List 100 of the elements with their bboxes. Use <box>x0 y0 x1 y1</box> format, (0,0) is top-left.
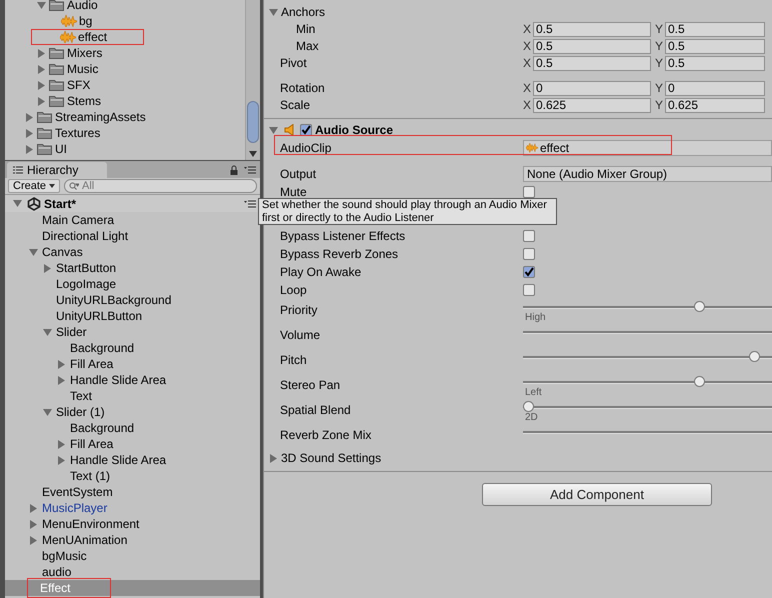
slider-thumb[interactable] <box>694 376 706 387</box>
asset-item[interactable]: UI <box>55 140 67 158</box>
scene-title[interactable]: Start* <box>44 194 76 212</box>
hierarchy-tab[interactable]: Hierarchy <box>7 162 107 178</box>
slider-track[interactable] <box>523 376 772 388</box>
sound-settings-foldout[interactable]: 3D Sound Settings <box>281 449 382 467</box>
audio-clip-field[interactable]: effect <box>523 140 772 156</box>
search-field[interactable]: All <box>64 179 257 193</box>
collapse-arrow-icon[interactable] <box>43 264 52 272</box>
hierarchy-item[interactable]: UnityURLButton <box>55 307 144 325</box>
asset-item[interactable]: effect <box>78 28 108 46</box>
expand-arrow-icon[interactable] <box>13 199 22 208</box>
hierarchy-item[interactable]: Slider <box>55 323 88 341</box>
collapse-arrow-icon[interactable] <box>29 504 38 512</box>
anchors-foldout[interactable]: Anchors <box>281 3 326 21</box>
collapse-arrow-icon[interactable] <box>37 48 46 58</box>
collapse-arrow-icon[interactable] <box>37 96 46 106</box>
number-field[interactable]: 0.5 <box>665 22 765 36</box>
collapse-arrow-icon[interactable] <box>25 128 34 138</box>
expand-arrow-icon[interactable] <box>43 328 52 336</box>
checkbox[interactable] <box>523 266 535 278</box>
hierarchy-item[interactable]: Text <box>69 387 94 405</box>
hierarchy-item[interactable]: Fill Area <box>69 435 114 453</box>
expand-arrow-icon[interactable] <box>43 408 52 416</box>
asset-item[interactable]: Music <box>67 60 98 78</box>
collapse-arrow-icon[interactable] <box>57 360 66 368</box>
number-field[interactable]: 0.5 <box>533 22 651 36</box>
collapse-arrow-icon[interactable] <box>57 376 66 384</box>
collapse-arrow-icon[interactable] <box>25 144 34 154</box>
expand-arrow-icon[interactable] <box>37 0 46 10</box>
hierarchy-item[interactable]: Background <box>69 339 136 357</box>
hierarchy-item[interactable]: Text (1) <box>69 467 112 485</box>
checkbox[interactable] <box>523 230 535 242</box>
collapse-arrow-icon[interactable] <box>37 80 46 90</box>
hierarchy-item[interactable]: EventSystem <box>41 483 114 501</box>
number-field[interactable]: 0.5 <box>533 38 651 54</box>
collapse-arrow-icon[interactable] <box>29 536 38 544</box>
hierarchy-item[interactable]: audio <box>41 563 72 581</box>
slider-track[interactable] <box>523 301 772 313</box>
lock-icon[interactable] <box>230 165 238 175</box>
slider-track[interactable] <box>523 401 772 413</box>
asset-item[interactable]: StreamingAssets <box>55 108 146 126</box>
slider-track[interactable] <box>523 351 772 363</box>
collapse-arrow-icon[interactable] <box>29 520 38 528</box>
hierarchy-item[interactable]: MenuEnvironment <box>41 515 140 533</box>
checkbox[interactable] <box>523 186 535 198</box>
menu-icon[interactable] <box>244 200 256 208</box>
hierarchy-item[interactable]: MusicPlayer <box>41 499 108 517</box>
asset-item[interactable]: Stems <box>67 92 102 110</box>
collapse-arrow-icon[interactable] <box>57 440 66 448</box>
number-field[interactable]: 0 <box>533 80 651 96</box>
hierarchy-item[interactable]: Slider (1) <box>55 403 106 421</box>
hierarchy-item[interactable]: bgMusic <box>41 547 88 565</box>
scroll-down-icon[interactable] <box>249 151 257 157</box>
hierarchy-item[interactable]: Main Camera <box>41 211 116 229</box>
caret-icon <box>49 184 56 188</box>
add-component-button[interactable]: Add Component <box>482 483 712 506</box>
number-field[interactable]: 0.5 <box>665 38 765 54</box>
hierarchy-item[interactable]: StartButton <box>55 259 118 277</box>
asset-item[interactable]: bg <box>79 12 92 30</box>
create-button[interactable]: Create <box>8 179 60 193</box>
hierarchy-item[interactable]: MenUAnimation <box>41 531 128 549</box>
hierarchy-item[interactable]: Directional Light <box>41 227 130 245</box>
number-field[interactable]: 0.625 <box>665 98 765 112</box>
number-field[interactable]: 0.625 <box>533 98 651 112</box>
hierarchy-item[interactable]: Handle Slide Area <box>69 371 168 389</box>
expand-arrow-icon[interactable] <box>29 248 38 256</box>
number-field[interactable]: 0.5 <box>533 56 651 70</box>
asset-item[interactable]: Textures <box>55 124 100 142</box>
property-label: Pitch <box>279 352 308 369</box>
hierarchy-item[interactable]: LogoImage <box>55 275 118 293</box>
hierarchy-item[interactable]: UnityURLBackground <box>55 291 172 309</box>
hierarchy-item[interactable]: Background <box>69 419 136 437</box>
hierarchy-item[interactable]: Handle Slide Area <box>69 451 168 469</box>
property-label: Mute <box>279 184 308 200</box>
collapse-arrow-icon[interactable] <box>57 456 66 464</box>
collapse-arrow-icon[interactable] <box>37 64 46 74</box>
slider-thumb[interactable] <box>523 401 534 412</box>
slider-thumb[interactable] <box>694 301 706 312</box>
hierarchy-item[interactable]: Canvas <box>41 243 84 261</box>
collapse-arrow-icon[interactable] <box>269 454 278 462</box>
checkbox[interactable] <box>523 248 535 260</box>
asset-item[interactable]: Mixers <box>67 44 102 62</box>
scrollbar-thumb[interactable] <box>247 101 259 143</box>
output-dropdown[interactable]: None (Audio Mixer Group) <box>523 166 772 182</box>
checkbox[interactable] <box>523 284 535 296</box>
asset-item[interactable]: SFX <box>67 76 90 94</box>
hierarchy-item[interactable]: Fill Area <box>69 355 114 373</box>
number-field[interactable]: 0 <box>665 80 765 96</box>
expand-arrow-icon[interactable] <box>269 126 278 134</box>
expand-arrow-icon[interactable] <box>269 8 278 16</box>
slider-thumb[interactable] <box>749 351 760 362</box>
folder-icon <box>49 79 64 91</box>
menu-icon[interactable] <box>244 166 256 174</box>
checkbox[interactable] <box>300 124 312 136</box>
asset-item[interactable]: Audio <box>67 0 98 14</box>
property-label: Output <box>279 166 318 183</box>
scrollbar[interactable] <box>245 0 260 160</box>
number-field[interactable]: 0.5 <box>665 56 765 70</box>
collapse-arrow-icon[interactable] <box>25 112 34 122</box>
